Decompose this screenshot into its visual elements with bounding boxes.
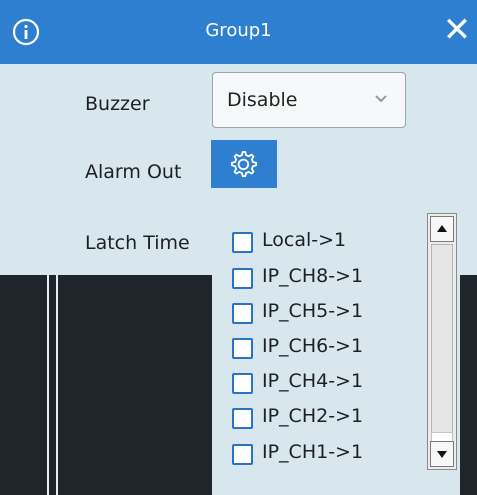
checkbox[interactable] [232,268,253,289]
chevron-down-icon [375,95,387,103]
buzzer-select[interactable]: Disable [212,72,406,128]
title-bar: Group1 ✕ [0,0,477,64]
list-scrollbar[interactable] [427,213,457,470]
arrow-up-icon [437,225,447,232]
channel-list: Local->1 IP_CH8->1 IP_CH5->1 IP_CH6->1 I… [212,207,460,495]
gear-icon [231,151,258,178]
channel-label: Local->1 [262,229,347,251]
channel-label: IP_CH8->1 [262,265,364,287]
alarm-out-settings-button[interactable] [211,140,277,188]
buzzer-label: Buzzer [85,93,150,115]
divider [47,275,49,495]
alarm-out-label: Alarm Out [85,161,182,183]
checkbox[interactable] [232,303,253,324]
close-icon[interactable]: ✕ [439,12,475,48]
scroll-up-button[interactable] [430,216,454,242]
checkbox[interactable] [232,408,253,429]
channel-label: IP_CH5->1 [262,300,364,322]
latch-time-label: Latch Time [85,232,190,254]
buzzer-select-value: Disable [227,89,298,111]
checkbox[interactable] [232,373,253,394]
checkbox[interactable] [232,444,253,465]
checkbox[interactable] [232,338,253,359]
channel-label: IP_CH1->1 [262,441,364,463]
channel-label: IP_CH4->1 [262,370,364,392]
scroll-down-button[interactable] [430,441,454,467]
arrow-down-icon [437,451,447,458]
checkbox[interactable] [232,232,253,253]
scroll-thumb[interactable] [431,244,453,454]
channel-label: IP_CH6->1 [262,335,364,357]
dialog-title: Group1 [205,20,272,41]
background-area [0,275,212,495]
divider [56,275,58,495]
channel-label: IP_CH2->1 [262,405,364,427]
